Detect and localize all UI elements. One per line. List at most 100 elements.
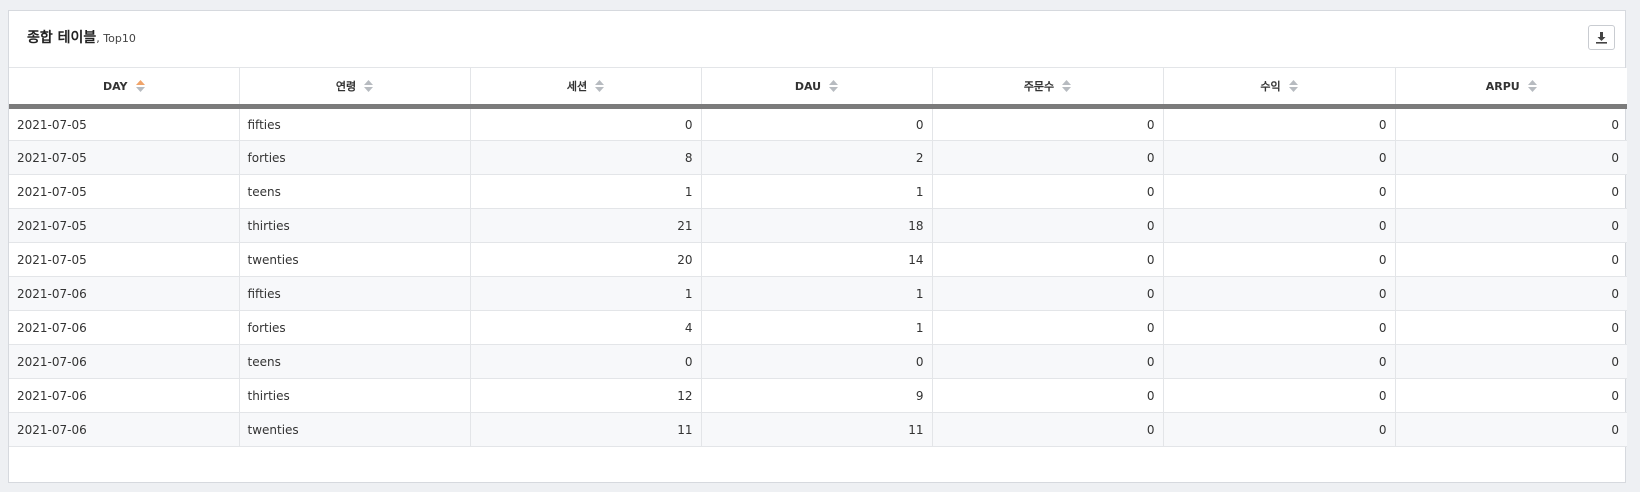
title-text: 종합 테이블 xyxy=(27,30,97,46)
table-cell-dau: 9 xyxy=(701,378,933,413)
table-cell-day: 2021-07-05 xyxy=(9,208,240,243)
sort-icon[interactable] xyxy=(364,80,374,92)
table-cell-arpu: 0 xyxy=(1395,174,1627,209)
table-cell-revenue: 0 xyxy=(1163,106,1396,141)
sort-icon[interactable] xyxy=(1062,80,1072,92)
table-cell-age: teens xyxy=(239,174,471,209)
table-cell-age: thirties xyxy=(239,378,471,413)
table-cell-arpu: 0 xyxy=(1395,412,1627,447)
table-cell-session: 8 xyxy=(470,140,702,175)
table-cell-session: 21 xyxy=(470,208,702,243)
sort-icon[interactable] xyxy=(135,79,145,92)
table-cell-arpu: 0 xyxy=(1395,106,1627,141)
column-header-arpu[interactable]: ARPU xyxy=(1395,68,1627,109)
table-cell-day: 2021-07-06 xyxy=(9,344,240,379)
table-cell-orders: 0 xyxy=(932,140,1164,175)
sort-icon[interactable] xyxy=(1527,79,1537,92)
table-cell-age: teens xyxy=(239,344,471,379)
table-cell-arpu: 0 xyxy=(1395,378,1627,413)
table-cell-revenue: 0 xyxy=(1163,412,1396,447)
table-cell-day: 2021-07-06 xyxy=(9,310,240,345)
column-header-label: 수익 xyxy=(1260,80,1281,93)
table-cell-age: forties xyxy=(239,310,471,345)
table-cell-session: 0 xyxy=(470,344,702,379)
table-cell-arpu: 0 xyxy=(1395,344,1627,379)
table-cell-orders: 0 xyxy=(932,106,1164,141)
table-cell-arpu: 0 xyxy=(1395,208,1627,243)
table-cell-orders: 0 xyxy=(932,242,1164,277)
table-cell-session: 4 xyxy=(470,310,702,345)
column-header-label: 주문수 xyxy=(1023,80,1055,93)
column-header-label: ARPU xyxy=(1485,79,1520,93)
table-cell-session: 20 xyxy=(470,242,702,277)
table-cell-revenue: 0 xyxy=(1163,208,1396,243)
table-cell-dau: 1 xyxy=(701,310,933,345)
column-header-label: DAU xyxy=(794,79,822,93)
table-cell-session: 11 xyxy=(470,412,702,447)
table-cell-revenue: 0 xyxy=(1163,242,1396,277)
column-header-day[interactable]: DAY xyxy=(9,68,240,109)
table-cell-age: thirties xyxy=(239,208,471,243)
column-header-dau[interactable]: DAU xyxy=(701,68,933,109)
title-subtitle: , Top10 xyxy=(96,32,136,45)
table-cell-arpu: 0 xyxy=(1395,140,1627,175)
table-cell-orders: 0 xyxy=(932,412,1164,447)
table-cell-dau: 1 xyxy=(701,276,933,311)
summary-table-panel: 종합 테이블, Top10 DAY 연령 세션 DAU 주문수 수익 ARPU 2021-0… xyxy=(8,10,1627,483)
table-cell-age: fifties xyxy=(239,106,471,141)
table-cell-day: 2021-07-05 xyxy=(9,140,240,175)
table-cell-dau: 11 xyxy=(701,412,933,447)
table-cell-age: fifties xyxy=(239,276,471,311)
table-cell-revenue: 0 xyxy=(1163,276,1396,311)
table-row: 2021-07-05 thirties 21 18 0 0 0 xyxy=(9,208,1627,243)
table-row: 2021-07-05 teens 1 1 0 0 0 xyxy=(9,174,1627,209)
download-icon xyxy=(1596,32,1607,44)
sort-icon[interactable] xyxy=(829,79,839,92)
table-cell-day: 2021-07-05 xyxy=(9,242,240,277)
column-header-age[interactable]: 연령 xyxy=(239,68,471,109)
table-cell-dau: 0 xyxy=(701,344,933,379)
table-cell-dau: 2 xyxy=(701,140,933,175)
table-body: 2021-07-05 fifties 0 0 0 0 0 2021-07-05 forties 8… xyxy=(9,106,1627,447)
table-cell-revenue: 0 xyxy=(1163,140,1396,175)
sort-icon[interactable] xyxy=(1288,80,1298,92)
table-header-row: DAY 연령 세션 DAU 주문수 수익 ARPU xyxy=(9,68,1627,109)
table-row: 2021-07-06 fifties 1 1 0 0 0 xyxy=(9,276,1627,311)
table-cell-orders: 0 xyxy=(932,276,1164,311)
table-row: 2021-07-06 thirties 12 9 0 0 0 xyxy=(9,378,1627,413)
table-row: 2021-07-05 twenties 20 14 0 0 0 xyxy=(9,242,1627,277)
table-cell-session: 1 xyxy=(470,276,702,311)
table-cell-day: 2021-07-05 xyxy=(9,106,240,141)
panel-title: 종합 테이블, Top10 xyxy=(27,27,136,47)
table-cell-arpu: 0 xyxy=(1395,276,1627,311)
table-cell-orders: 0 xyxy=(932,310,1164,345)
sort-icon[interactable] xyxy=(595,80,605,92)
table-cell-orders: 0 xyxy=(932,378,1164,413)
table-cell-orders: 0 xyxy=(932,208,1164,243)
table-row: 2021-07-05 fifties 0 0 0 0 0 xyxy=(9,106,1627,141)
column-header-label: 연령 xyxy=(335,80,357,93)
table-cell-revenue: 0 xyxy=(1163,174,1396,209)
table-cell-arpu: 0 xyxy=(1395,310,1627,345)
download-button[interactable] xyxy=(1588,25,1615,50)
table-cell-dau: 0 xyxy=(701,106,933,141)
column-header-session[interactable]: 세션 xyxy=(470,68,702,109)
table-row: 2021-07-05 forties 8 2 0 0 0 xyxy=(9,140,1627,175)
table-cell-orders: 0 xyxy=(932,174,1164,209)
table-cell-session: 0 xyxy=(470,106,702,141)
table-cell-revenue: 0 xyxy=(1163,310,1396,345)
table-cell-revenue: 0 xyxy=(1163,344,1396,379)
table-cell-day: 2021-07-06 xyxy=(9,378,240,413)
column-header-revenue[interactable]: 수익 xyxy=(1163,68,1396,109)
table-cell-dau: 1 xyxy=(701,174,933,209)
table-row: 2021-07-06 forties 4 1 0 0 0 xyxy=(9,310,1627,345)
table-row: 2021-07-06 teens 0 0 0 0 0 xyxy=(9,344,1627,379)
panel-header: 종합 테이블, Top10 xyxy=(9,11,1625,68)
table-cell-day: 2021-07-05 xyxy=(9,174,240,209)
column-header-orders[interactable]: 주문수 xyxy=(932,68,1164,109)
table-cell-session: 12 xyxy=(470,378,702,413)
table-cell-orders: 0 xyxy=(932,344,1164,379)
table-cell-day: 2021-07-06 xyxy=(9,412,240,447)
table-cell-age: twenties xyxy=(239,242,471,277)
table-cell-age: twenties xyxy=(239,412,471,447)
